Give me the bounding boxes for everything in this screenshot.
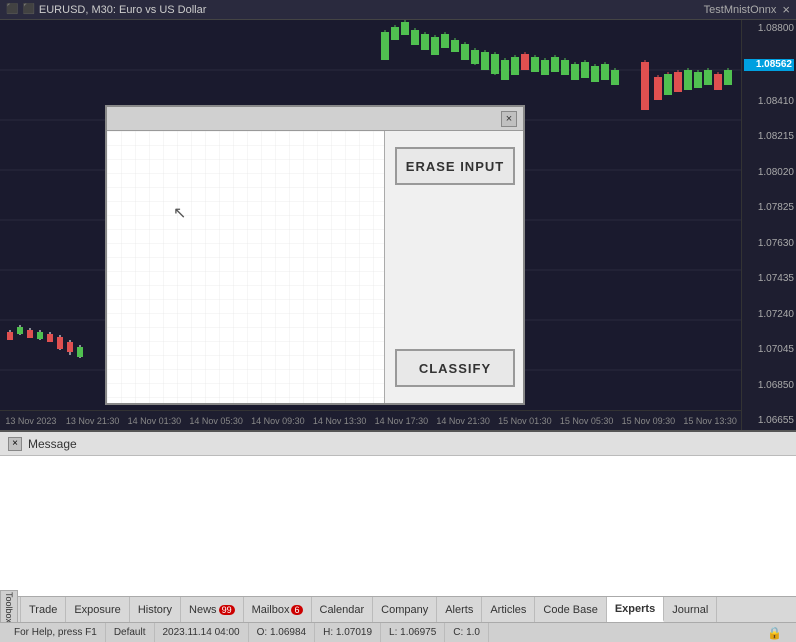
open-price: O: 1.06984: [249, 623, 315, 642]
time-label: 14 Nov 13:30: [309, 416, 371, 426]
news-badge: 99: [219, 605, 235, 615]
tab-experts[interactable]: Experts: [607, 597, 664, 622]
tab-trade[interactable]: Trade: [20, 597, 66, 622]
tab-journal[interactable]: Journal: [664, 597, 717, 622]
time-label: 15 Nov 05:30: [556, 416, 618, 426]
price-label: 1.06850: [744, 381, 794, 391]
chart-title-close-btn[interactable]: ×: [782, 2, 790, 17]
time-label: 14 Nov 09:30: [247, 416, 309, 426]
tab-alerts[interactable]: Alerts: [437, 597, 482, 622]
time-label: 14 Nov 21:30: [432, 416, 494, 426]
time-label: 15 Nov 01:30: [494, 416, 556, 426]
tab-articles[interactable]: Articles: [482, 597, 535, 622]
price-label: 1.07045: [744, 345, 794, 355]
datetime-status: 2023.11.14 04:00: [155, 623, 249, 642]
price-label: 1.06655: [744, 416, 794, 426]
tab-codebase[interactable]: Code Base: [535, 597, 606, 622]
button-panel: ERASE INPUT CLASSIFY: [385, 131, 523, 403]
tab-history[interactable]: History: [130, 597, 181, 622]
tab-company[interactable]: Company: [373, 597, 437, 622]
time-label: 15 Nov 09:30: [618, 416, 680, 426]
grid-svg: [107, 131, 384, 403]
price-label: 1.08020: [744, 168, 794, 178]
drawing-canvas[interactable]: ↖: [107, 131, 385, 403]
message-title: Message: [28, 437, 77, 451]
price-label: 1.07240: [744, 310, 794, 320]
erase-input-button[interactable]: ERASE INPUT: [395, 147, 515, 185]
chart-test-label: TestMnistOnnx: [704, 4, 777, 16]
price-label: 1.07435: [744, 274, 794, 284]
chart-title: EURUSD, M30: Euro vs US Dollar: [39, 4, 207, 16]
time-axis: 13 Nov 2023 13 Nov 21:30 14 Nov 01:30 14…: [0, 410, 741, 430]
status-bar: For Help, press F1 Default 2023.11.14 04…: [0, 622, 796, 642]
modal-body: ↖ ERASE INPUT CLASSIFY: [107, 131, 523, 403]
mailbox-badge: 6: [291, 605, 302, 615]
price-label: 1.08215: [744, 132, 794, 142]
time-label: 15 Nov 13:30: [679, 416, 741, 426]
tab-exposure[interactable]: Exposure: [66, 597, 129, 622]
price-axis: 1.08800 1.08562 1.08410 1.08215 1.08020 …: [741, 20, 796, 430]
message-titlebar: × Message: [0, 432, 796, 456]
default-text: Default: [106, 623, 155, 642]
message-panel: × Message: [0, 430, 796, 598]
high-price: H: 1.07019: [315, 623, 381, 642]
price-label: 1.08800: [744, 24, 794, 34]
time-label: 14 Nov 01:30: [124, 416, 186, 426]
close-price: C: 1.0: [445, 623, 489, 642]
low-price: L: 1.06975: [381, 623, 445, 642]
toolbox-label[interactable]: Toolbox: [0, 590, 18, 625]
current-price-label: 1.08562: [744, 59, 794, 71]
price-label: 1.07825: [744, 203, 794, 213]
lock-icon: 🔒: [759, 623, 790, 642]
time-label: 14 Nov 05:30: [185, 416, 247, 426]
tab-news[interactable]: News99: [181, 597, 244, 622]
chart-titlebar: ⬛ ⬛ EURUSD, M30: Euro vs US Dollar TestM…: [0, 0, 796, 20]
help-text: For Help, press F1: [6, 623, 106, 642]
price-label: 1.07630: [744, 239, 794, 249]
time-label: 13 Nov 2023: [0, 416, 62, 426]
message-close-btn[interactable]: ×: [8, 437, 22, 451]
price-label: 1.08410: [744, 97, 794, 107]
tab-mailbox[interactable]: Mailbox6: [244, 597, 312, 622]
bottom-tabbar: Trade Exposure History News99 Mailbox6 C…: [0, 596, 796, 622]
time-label: 13 Nov 21:30: [62, 416, 124, 426]
modal-titlebar[interactable]: ×: [107, 107, 523, 131]
tab-calendar[interactable]: Calendar: [312, 597, 374, 622]
modal-close-btn[interactable]: ×: [501, 111, 517, 127]
modal-dialog: × ↖ ERASE INPUT CLASSIFY: [105, 105, 525, 405]
classify-button[interactable]: CLASSIFY: [395, 349, 515, 387]
time-label: 14 Nov 17:30: [371, 416, 433, 426]
